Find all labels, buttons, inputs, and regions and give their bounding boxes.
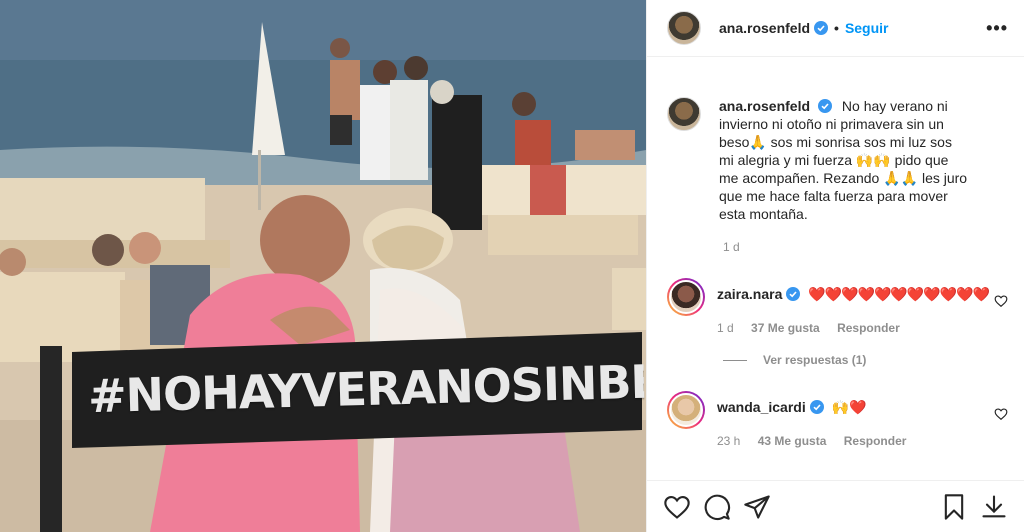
comment-username[interactable]: zaira.nara — [717, 286, 782, 302]
caption-username[interactable]: ana.rosenfeld — [719, 98, 810, 114]
reply-button[interactable]: Responder — [844, 434, 907, 448]
separator-dot: • — [834, 20, 839, 36]
download-icon[interactable] — [980, 493, 1008, 521]
comment-avatar — [669, 393, 703, 427]
comment-icon[interactable] — [703, 493, 731, 521]
caption-timestamp[interactable]: 1 d — [723, 240, 1008, 254]
comment-likes[interactable]: 43 Me gusta — [758, 434, 827, 448]
bookmark-icon[interactable] — [940, 493, 968, 521]
beach-scene-image — [0, 0, 646, 532]
comment-time[interactable]: 1 d — [717, 321, 734, 335]
verified-badge-icon — [809, 400, 824, 414]
post-caption: ana.rosenfeld No hay verano ni invierno … — [667, 97, 1008, 223]
heart-icon[interactable] — [663, 493, 691, 521]
share-icon[interactable] — [743, 493, 771, 521]
verified-badge-icon — [814, 21, 829, 35]
comment-text: 🙌❤️ — [831, 399, 867, 415]
comment-avatar — [669, 280, 703, 314]
author-avatar[interactable] — [667, 11, 701, 45]
comment-meta: 23 h 43 Me gusta Responder — [717, 434, 920, 448]
view-replies-button[interactable]: Ver respuestas (1) — [723, 353, 1008, 367]
like-comment-heart-icon[interactable] — [994, 407, 1008, 421]
follow-button[interactable]: Seguir — [845, 20, 889, 36]
post-actions-bar — [647, 480, 1024, 532]
post-side-panel: ana.rosenfeld • Seguir ••• ana.rosenfeld… — [646, 0, 1024, 532]
comment-time[interactable]: 23 h — [717, 434, 740, 448]
comment-item: wanda_icardi 🙌❤️ 23 h 43 Me gusta Respon… — [667, 391, 1008, 448]
comment-avatar-ring[interactable] — [667, 391, 705, 429]
comment-meta: 1 d 37 Me gusta Responder — [717, 321, 989, 335]
post-photo[interactable]: #NOHAYVERANOSINBESO — [0, 0, 646, 532]
comment-avatar-ring[interactable] — [667, 278, 705, 316]
reply-button[interactable]: Responder — [837, 321, 900, 335]
verified-badge-icon — [786, 287, 801, 301]
post-header: ana.rosenfeld • Seguir ••• — [647, 0, 1024, 57]
comment-text: ❤️❤️❤️❤️❤️❤️❤️❤️❤️❤️❤️ — [808, 286, 990, 302]
comment-likes[interactable]: 37 Me gusta — [751, 321, 820, 335]
caption-text: No hay verano ni invierno ni otoño ni pr… — [719, 98, 968, 222]
comment-item: zaira.nara ❤️❤️❤️❤️❤️❤️❤️❤️❤️❤️❤️ 1 d 37… — [667, 278, 1008, 335]
comments-section: ana.rosenfeld No hay verano ni invierno … — [647, 57, 1024, 480]
comment-username[interactable]: wanda_icardi — [717, 399, 806, 415]
verified-badge-icon — [818, 99, 833, 113]
author-username[interactable]: ana.rosenfeld — [719, 20, 810, 36]
post-container: #NOHAYVERANOSINBESO ana.rosenfeld • Segu… — [0, 0, 1024, 532]
caption-avatar[interactable] — [667, 97, 701, 131]
like-comment-heart-icon[interactable] — [994, 294, 1008, 308]
more-options-icon[interactable]: ••• — [986, 18, 1008, 39]
